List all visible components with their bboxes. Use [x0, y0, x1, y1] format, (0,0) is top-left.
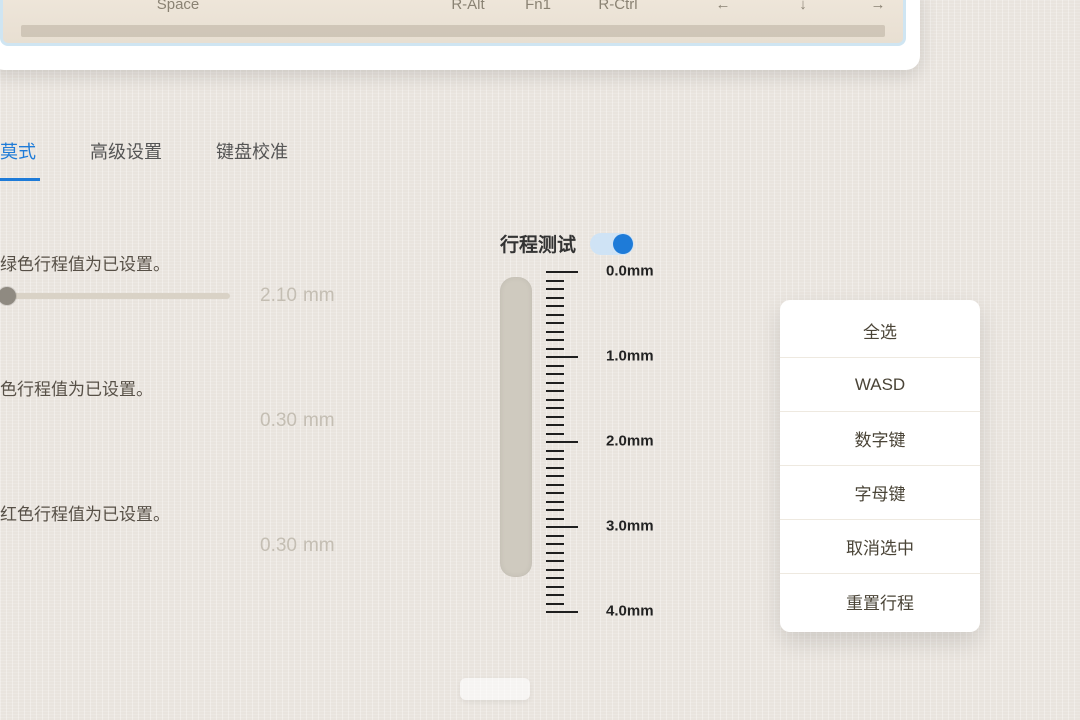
tick-minor	[546, 475, 564, 477]
tick-minor	[546, 382, 564, 384]
tab-0[interactable]: 莫式	[0, 130, 40, 181]
tick-minor	[546, 594, 564, 596]
tick-major	[546, 441, 578, 443]
key-→[interactable]: →	[871, 0, 886, 13]
tick-minor	[546, 399, 564, 401]
tick-minor	[546, 543, 564, 545]
tick-minor	[546, 407, 564, 409]
tick-minor	[546, 560, 564, 562]
tick-minor	[546, 373, 564, 375]
tick-label: 1.0mm	[606, 348, 654, 365]
key-↓[interactable]: ↓	[799, 0, 807, 13]
tick-minor	[546, 297, 564, 299]
travel-depth-bar	[500, 277, 532, 577]
tick-major	[546, 611, 578, 613]
tick-minor	[546, 450, 564, 452]
key-r-ctrl[interactable]: R-Ctrl	[598, 0, 637, 13]
tick-minor	[546, 322, 564, 324]
tab-2[interactable]: 键盘校准	[212, 130, 292, 181]
tick-label: 0.0mm	[606, 263, 654, 280]
tick-minor	[546, 314, 564, 316]
setting-label: 绿色行程值为已设置。	[0, 250, 420, 275]
tick-minor	[546, 331, 564, 333]
setting-value: 2.10mm	[260, 285, 380, 307]
preset-0[interactable]: 全选	[780, 304, 980, 358]
slider-thumb[interactable]	[0, 287, 16, 305]
tick-minor	[546, 458, 564, 460]
tick-label: 2.0mm	[606, 433, 654, 450]
travel-test-toggle[interactable]	[590, 233, 634, 255]
tick-minor	[546, 577, 564, 579]
tick-label: 4.0mm	[606, 603, 654, 620]
key-space[interactable]: Space	[157, 0, 200, 13]
tick-label: 3.0mm	[606, 518, 654, 535]
travel-test-panel: 行程测试 0.0mm 1.0mm 2.0mm 3.0mm 4.0mm	[500, 230, 700, 631]
travel-ruler: 0.0mm1.0mm2.0mm3.0mm4.0mm	[500, 271, 700, 631]
setting-value: 0.30mm	[260, 535, 380, 557]
tick-minor	[546, 348, 564, 350]
tick-minor	[546, 492, 564, 494]
tick-minor	[546, 365, 564, 367]
preset-2[interactable]: 数字键	[780, 412, 980, 466]
preset-5[interactable]: 重置行程	[780, 574, 980, 628]
tick-major	[546, 271, 578, 273]
setting-0: 绿色行程值为已设置。 2.10mm	[0, 250, 420, 307]
tick-minor	[546, 416, 564, 418]
page-indicator	[460, 678, 530, 700]
tick-minor	[546, 288, 564, 290]
preset-buttons-card: 全选WASD数字键字母键取消选中重置行程	[780, 300, 980, 632]
travel-test-title: 行程测试	[500, 230, 576, 257]
setting-2: 红色行程值为已设置。 0.30mm	[0, 500, 420, 557]
tick-minor	[546, 535, 564, 537]
keyboard-preview: Space R-Alt Fn1 R-Ctrl ← ↓ →	[0, 0, 920, 70]
tick-minor	[546, 484, 564, 486]
tick-major	[546, 526, 578, 528]
setting-label: 色行程值为已设置。	[0, 375, 420, 400]
key-←[interactable]: ←	[716, 0, 731, 13]
tick-minor	[546, 586, 564, 588]
keyboard-row: Space R-Alt Fn1 R-Ctrl ← ↓ →	[0, 0, 906, 46]
setting-1: 色行程值为已设置。 0.30mm	[0, 375, 420, 432]
tick-minor	[546, 501, 564, 503]
key-r-alt[interactable]: R-Alt	[451, 0, 484, 13]
tick-major	[546, 356, 578, 358]
slider-track[interactable]	[0, 293, 230, 299]
tick-minor	[546, 424, 564, 426]
tick-minor	[546, 518, 564, 520]
tick-minor	[546, 552, 564, 554]
tick-minor	[546, 433, 564, 435]
settings-panel: 绿色行程值为已设置。2.10mm色行程值为已设置。0.30mm红色行程值为已设置…	[0, 250, 420, 625]
preset-4[interactable]: 取消选中	[780, 520, 980, 574]
tabs: 莫式高级设置键盘校准	[0, 130, 292, 181]
preset-1[interactable]: WASD	[780, 358, 980, 412]
tick-minor	[546, 603, 564, 605]
toggle-knob	[613, 234, 633, 254]
tick-minor	[546, 280, 564, 282]
key-fn1[interactable]: Fn1	[525, 0, 551, 13]
setting-label: 红色行程值为已设置。	[0, 500, 420, 525]
tick-minor	[546, 467, 564, 469]
tick-minor	[546, 569, 564, 571]
preset-3[interactable]: 字母键	[780, 466, 980, 520]
keyboard-base-bar	[21, 25, 885, 37]
tick-minor	[546, 390, 564, 392]
tick-minor	[546, 339, 564, 341]
tick-minor	[546, 305, 564, 307]
tick-minor	[546, 509, 564, 511]
tab-1[interactable]: 高级设置	[86, 130, 166, 181]
setting-value: 0.30mm	[260, 410, 380, 432]
